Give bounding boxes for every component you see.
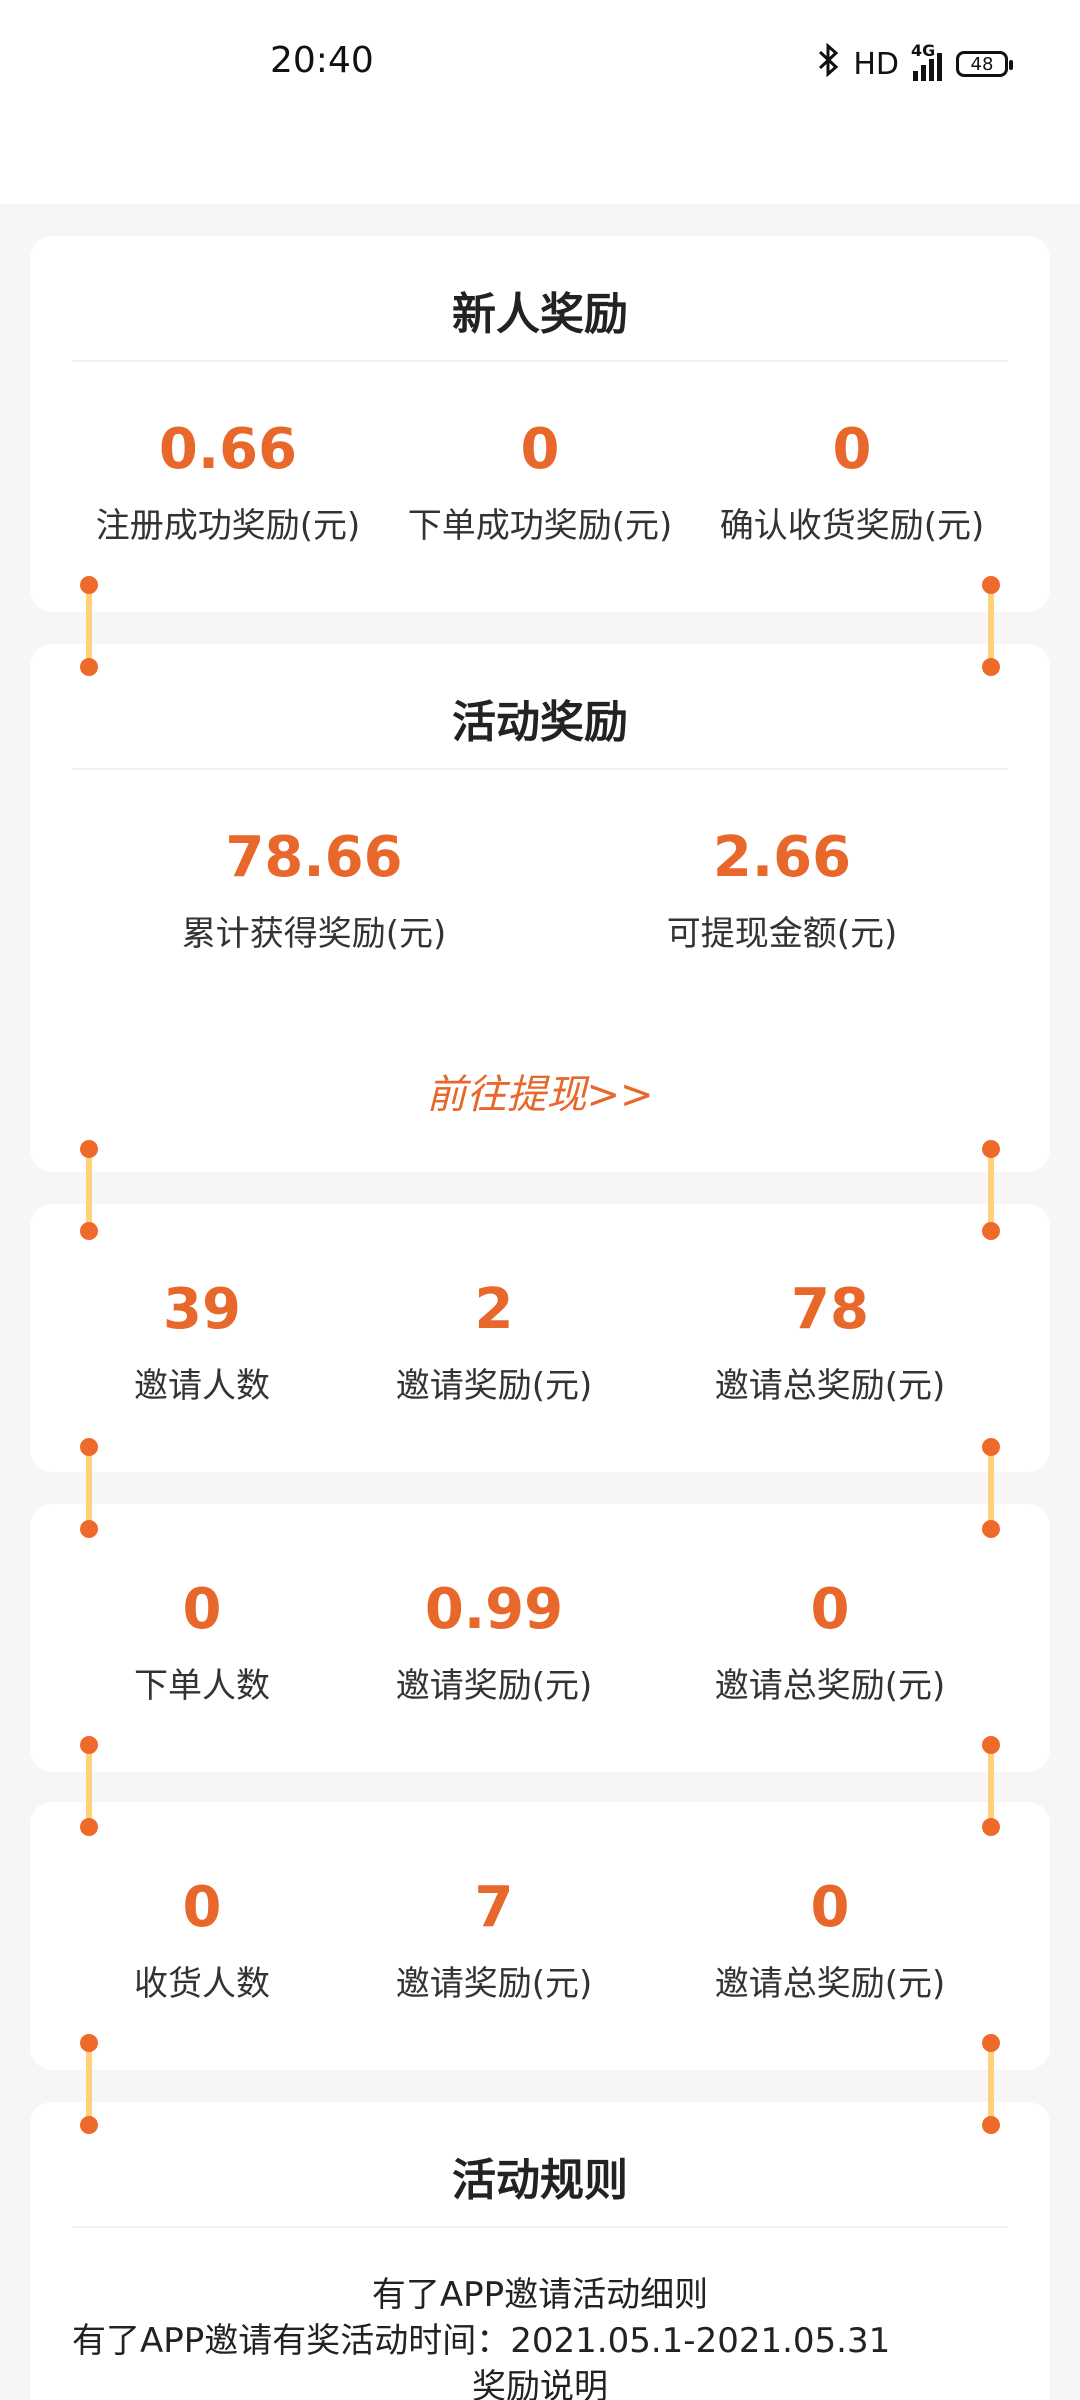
stat-invite-reward: 2 邀请奖励(元): [396, 1282, 593, 1407]
connector-right-1: [982, 576, 1000, 676]
stat-receipt-total-reward: 0 邀请总奖励(元): [715, 1880, 946, 2005]
new-user-reward-title: 新人奖励: [452, 289, 628, 340]
stat-label: 邀请总奖励(元): [714, 1964, 946, 2004]
stat-invite-total-reward: 78 邀请总奖励(元): [715, 1282, 946, 1407]
stat-label: 收货人数: [134, 1964, 270, 2004]
stat-label: 注册成功奖励(元): [95, 506, 361, 546]
stat-label: 下单人数: [134, 1666, 270, 1706]
divider: [72, 2226, 1008, 2228]
divider: [72, 360, 1008, 362]
divider: [72, 768, 1008, 770]
battery-icon: 48: [956, 51, 1013, 77]
connector-left-4: [80, 1736, 98, 1836]
rules-line: 有了APP邀请活动细则: [371, 2275, 709, 2315]
status-bar: 20:40 HD 4G 48: [0, 0, 1080, 204]
stat-label: 邀请奖励(元): [395, 1366, 593, 1406]
stat-value: 0: [832, 417, 872, 482]
stat-value: 39: [163, 1277, 241, 1342]
stat-label: 邀请总奖励(元): [714, 1366, 946, 1406]
order-stats-card: 0 下单人数 0.99 邀请奖励(元) 0 邀请总奖励(元): [30, 1504, 1050, 1772]
stat-receipt-count: 0 收货人数: [134, 1880, 270, 2005]
stat-value: 0: [810, 1577, 850, 1642]
clock: 20:40: [270, 40, 374, 81]
battery-level: 48: [970, 53, 994, 75]
stat-withdrawable: 2.66 可提现金额(元): [667, 830, 898, 955]
connector-right-5: [982, 2034, 1000, 2134]
stat-label: 邀请奖励(元): [395, 1964, 593, 2004]
connector-left-2: [80, 1140, 98, 1240]
new-user-reward-card: 新人奖励 0.66 注册成功奖励(元) 0 下单成功奖励(元) 0 确认收货奖励…: [30, 236, 1050, 612]
connector-right-3: [982, 1438, 1000, 1538]
stat-value: 2: [474, 1277, 514, 1342]
stat-label: 确认收货奖励(元): [719, 506, 985, 546]
rules-line: 有了APP邀请有奖活动时间：2021.05.1-2021.05.31: [72, 2321, 891, 2361]
invite-stats-card: 39 邀请人数 2 邀请奖励(元) 78 邀请总奖励(元): [30, 1204, 1050, 1472]
rules-card: 活动规则 有了APP邀请活动细则 有了APP邀请有奖活动时间：2021.05.1…: [30, 2102, 1050, 2400]
status-icons: HD 4G 48: [817, 41, 1013, 85]
signal-type: 4G: [911, 41, 936, 60]
stat-receipt-invite-reward: 7 邀请奖励(元): [396, 1880, 593, 2005]
stat-invite-count: 39 邀请人数: [134, 1282, 270, 1407]
activity-reward-title: 活动奖励: [452, 697, 628, 748]
rules-title: 活动规则: [452, 2155, 628, 2206]
stat-order-reward: 0 下单成功奖励(元): [408, 422, 673, 547]
stat-value: 2.66: [712, 825, 852, 890]
stat-label: 累计获得奖励(元): [181, 914, 447, 954]
stat-value: 78: [791, 1277, 869, 1342]
stat-value: 0: [182, 1875, 222, 1940]
connector-right-4: [982, 1736, 1000, 1836]
stat-label: 邀请总奖励(元): [714, 1666, 946, 1706]
stat-label: 邀请奖励(元): [395, 1666, 593, 1706]
stat-label: 可提现金额(元): [666, 914, 898, 954]
stat-value: 78.66: [225, 825, 403, 890]
stat-value: 0.99: [424, 1577, 564, 1642]
stat-total-reward: 78.66 累计获得奖励(元): [182, 830, 447, 955]
signal-icon: 4G: [911, 41, 942, 81]
network-type: HD: [853, 46, 899, 82]
stat-value: 0: [182, 1577, 222, 1642]
stat-label: 下单成功奖励(元): [407, 506, 673, 546]
stat-order-invite-reward: 0.99 邀请奖励(元): [396, 1582, 593, 1707]
stat-register-reward: 0.66 注册成功奖励(元): [96, 422, 361, 547]
stat-order-count: 0 下单人数: [134, 1582, 270, 1707]
stat-value: 7: [474, 1875, 514, 1940]
bluetooth-icon: [817, 42, 839, 85]
activity-reward-card: 活动奖励 78.66 累计获得奖励(元) 2.66 可提现金额(元) 前往提现>…: [30, 644, 1050, 1172]
receipt-stats-card: 0 收货人数 7 邀请奖励(元) 0 邀请总奖励(元): [30, 1802, 1050, 2070]
stat-label: 邀请人数: [134, 1366, 270, 1406]
stat-value: 0.66: [158, 417, 298, 482]
connector-right-2: [982, 1140, 1000, 1240]
stat-receipt-reward: 0 确认收货奖励(元): [720, 422, 985, 547]
connector-left-3: [80, 1438, 98, 1538]
connector-left-5: [80, 2034, 98, 2134]
stat-value: 0: [520, 417, 560, 482]
withdraw-link[interactable]: 前往提现>>: [30, 1062, 1050, 1120]
rules-line: 奖励说明: [472, 2367, 608, 2400]
stat-order-total-reward: 0 邀请总奖励(元): [715, 1582, 946, 1707]
connector-left-1: [80, 576, 98, 676]
stat-value: 0: [810, 1875, 850, 1940]
